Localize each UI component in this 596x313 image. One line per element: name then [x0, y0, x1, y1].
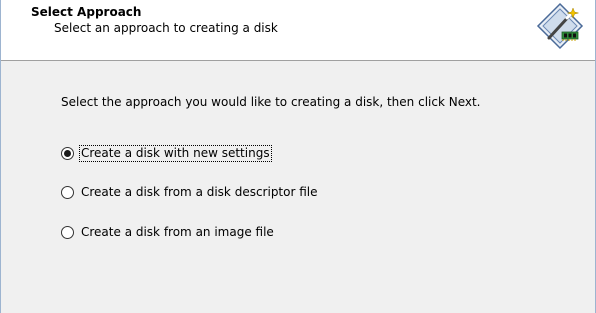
instruction-text: Select the approach you would like to cr…: [61, 95, 481, 109]
option-new-settings[interactable]: Create a disk with new settings: [61, 144, 272, 162]
radio-button[interactable]: [61, 225, 74, 239]
radio-button-selected[interactable]: [61, 146, 74, 160]
option-label[interactable]: Create a disk with new settings: [79, 144, 272, 162]
disk-wizard-icon: [535, 2, 585, 52]
wizard-body: Select the approach you would like to cr…: [1, 61, 595, 313]
option-disk-descriptor[interactable]: Create a disk from a disk descriptor fil…: [61, 183, 319, 201]
page-title: Select Approach: [31, 5, 142, 19]
page-subtitle: Select an approach to creating a disk: [54, 21, 278, 35]
wizard-window: Select Approach Select an approach to cr…: [0, 0, 596, 313]
wizard-header: Select Approach Select an approach to cr…: [1, 0, 595, 61]
radio-button[interactable]: [61, 185, 74, 199]
option-label[interactable]: Create a disk from a disk descriptor fil…: [80, 185, 319, 200]
option-label[interactable]: Create a disk from an image file: [80, 225, 275, 240]
option-image-file[interactable]: Create a disk from an image file: [61, 223, 275, 241]
